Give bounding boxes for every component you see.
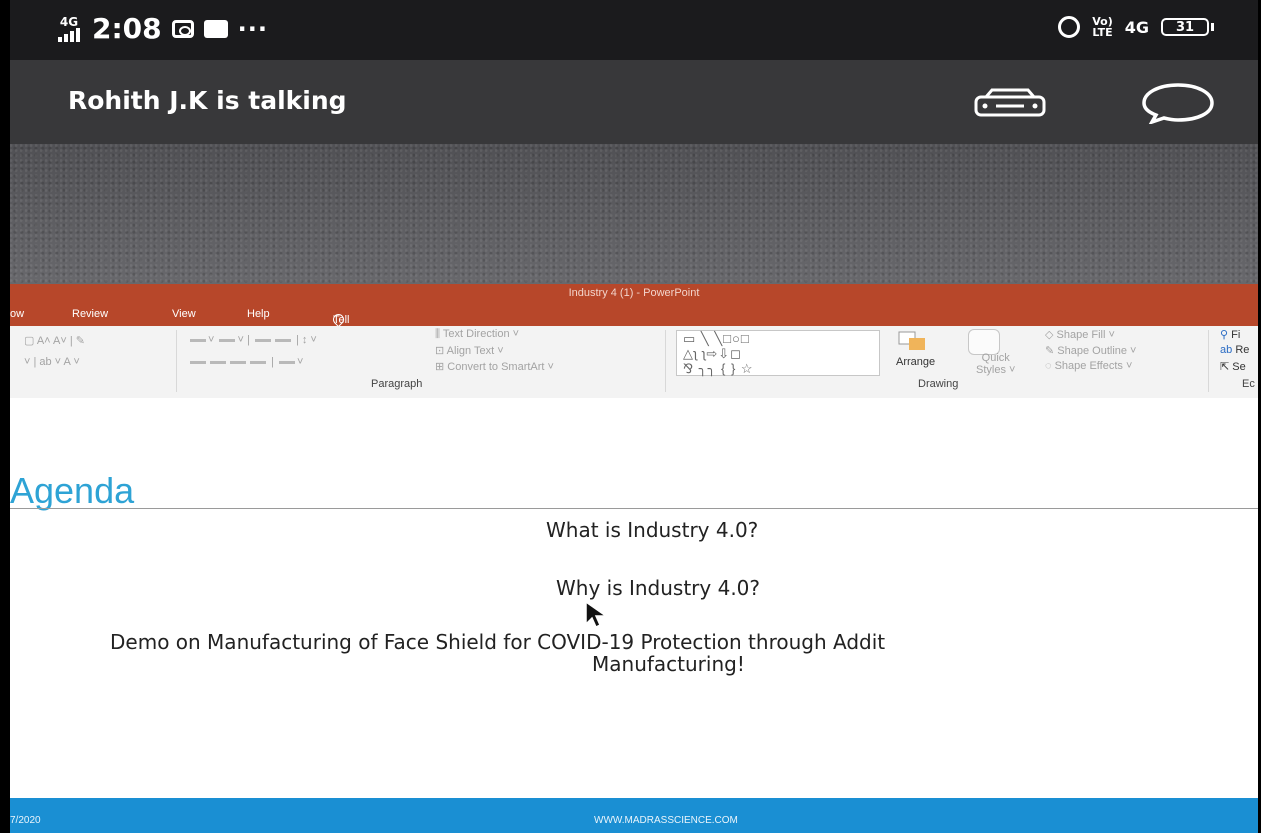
- tab-slideshow[interactable]: ow: [10, 308, 24, 320]
- ribbon: ▢ A˄ A˅ | ✎ ˅ | ab ˅ A ˅ ˅ ˅ | | ↕ ˅ | ˅…: [10, 326, 1258, 399]
- footer-date: 7/2020: [10, 815, 41, 826]
- font-size-controls[interactable]: ▢ A˄ A˅ | ✎: [24, 334, 85, 347]
- volte-indicator: Vo) LTE: [1092, 15, 1113, 39]
- clock: 2:08: [92, 12, 162, 45]
- agenda-item: Demo on Manufacturing of Face Shield for…: [110, 630, 886, 654]
- network-type: 4G: [59, 14, 79, 29]
- tab-view[interactable]: View: [172, 308, 196, 320]
- arrange-button[interactable]: Arrange: [896, 356, 935, 368]
- tab-help[interactable]: Help: [247, 308, 270, 320]
- shape-outline-button[interactable]: ✎ Shape Outline ˅: [1045, 344, 1136, 357]
- mouse-pointer-icon: [585, 600, 609, 628]
- shapes-gallery[interactable]: ▭ ╲ ╲□○□ △ʅ ʅ⇨⇩◻ ⅋ ╮╮ { } ☆: [676, 330, 880, 376]
- call-title: Rohith J.K is talking: [68, 86, 347, 115]
- group-separator: [176, 330, 177, 392]
- camera-background: [10, 144, 1258, 284]
- agenda-item: What is Industry 4.0?: [546, 518, 759, 542]
- list-buttons[interactable]: ˅ ˅ | | ↕ ˅: [188, 334, 317, 346]
- shape-effects-button[interactable]: ◌ Shape Effects ˅: [1045, 360, 1132, 372]
- window-title: Industry 4 (1) - PowerPoint: [568, 287, 700, 299]
- network-indicator: 4G: [1124, 17, 1149, 37]
- ribbon-tabs: ow Review View Help Tell me what you wan…: [10, 302, 1258, 398]
- status-bar: 4G 2:08 ··· Vo) LTE 4G 31: [10, 0, 1258, 60]
- battery-icon: 31: [1161, 18, 1214, 36]
- agenda-item: Why is Industry 4.0?: [556, 576, 761, 600]
- alarm-icon: [1058, 16, 1081, 38]
- paragraph-group-label: Paragraph: [371, 378, 423, 390]
- convert-smartart-button[interactable]: ⊞ Convert to SmartArt ˅: [435, 360, 554, 373]
- screen: 4G 2:08 ··· Vo) LTE 4G 31 Rohith J.K is t…: [10, 0, 1258, 833]
- replace-button[interactable]: ab Re: [1220, 344, 1249, 356]
- more-notifications: ···: [237, 14, 269, 43]
- status-right: Vo) LTE 4G 31: [1058, 16, 1214, 38]
- find-button[interactable]: ⚲ Fi: [1220, 328, 1240, 341]
- select-icon: ⇱: [1220, 361, 1230, 373]
- editing-group-label: Ec: [1242, 378, 1255, 390]
- align-buttons[interactable]: | ˅: [188, 356, 303, 368]
- call-header: Rohith J.K is talking: [10, 60, 1258, 144]
- chat-icon[interactable]: [1140, 82, 1216, 124]
- mail-icon: [203, 19, 228, 38]
- car-icon[interactable]: [972, 88, 1048, 118]
- signal-icon: 4G: [58, 16, 80, 42]
- arrange-icon: [898, 331, 925, 350]
- group-separator: [1208, 330, 1209, 392]
- font-color-controls[interactable]: ˅ | ab ˅ A ˅: [24, 356, 80, 368]
- quick-styles-button[interactable]: Quick Styles ˅: [976, 352, 1015, 376]
- tab-review[interactable]: Review: [72, 308, 108, 320]
- select-button[interactable]: ⇱ Se: [1220, 360, 1246, 373]
- footer-website: WWW.MADRASSCIENCE.COM: [594, 815, 738, 826]
- slide-heading: Agenda: [10, 470, 135, 511]
- text-direction-button[interactable]: ⫼ Text Direction ˅: [435, 328, 519, 341]
- agenda-item: Manufacturing!: [592, 652, 745, 676]
- slide-canvas[interactable]: Agenda What is Industry 4.0? Why is Indu…: [10, 398, 1258, 833]
- search-icon: ⚲: [1220, 329, 1229, 341]
- battery-level: 31: [1161, 18, 1209, 36]
- align-text-button[interactable]: ⊡ Align Text ˅: [435, 344, 504, 357]
- status-left: 4G 2:08 ···: [58, 12, 268, 45]
- heading-rule: [10, 508, 1258, 509]
- instagram-icon: [171, 19, 194, 38]
- shape-fill-button[interactable]: ◇ Shape Fill ˅: [1045, 328, 1115, 341]
- drawing-group-label: Drawing: [918, 378, 959, 390]
- group-separator: [665, 330, 666, 392]
- slide-footer: 7/2020 WWW.MADRASSCIENCE.COM: [10, 798, 1258, 833]
- replace-icon: ab: [1220, 344, 1233, 356]
